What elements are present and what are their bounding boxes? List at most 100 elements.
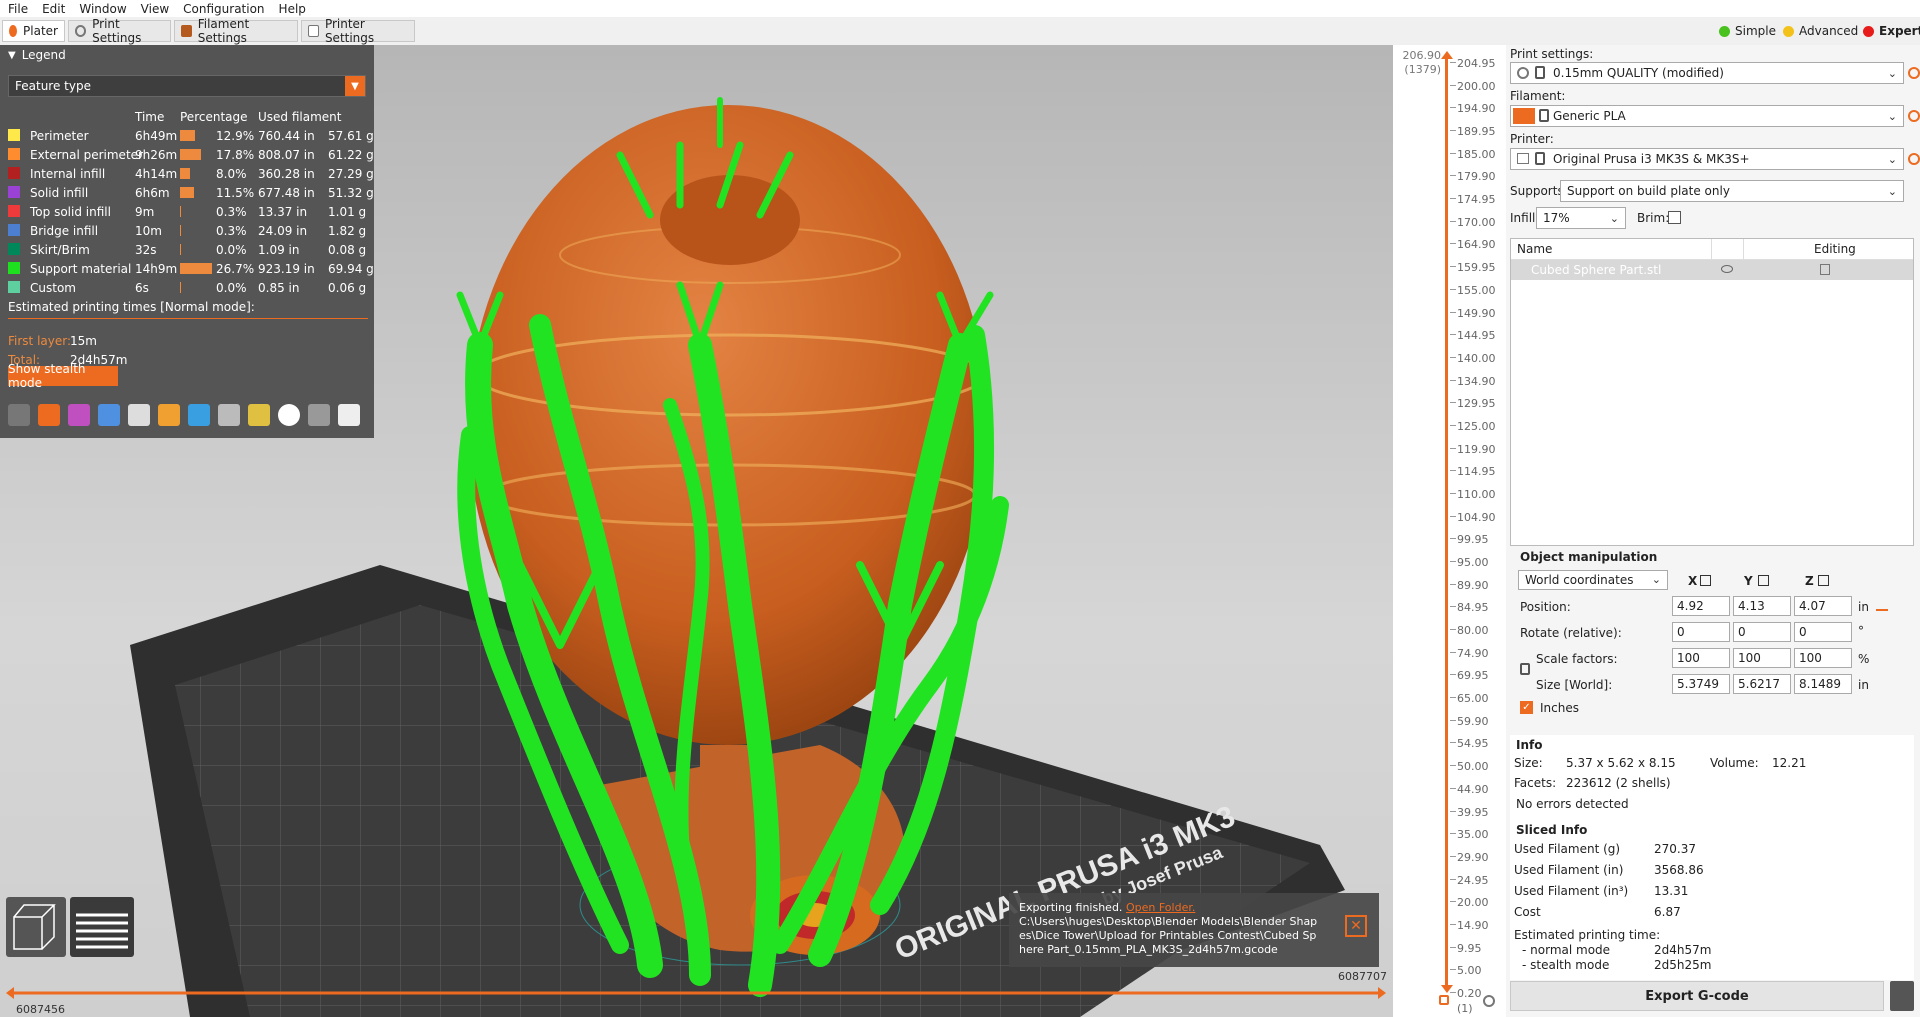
tab-print-settings[interactable]: Print Settings bbox=[68, 17, 171, 45]
settings-gear-icon[interactable] bbox=[1483, 995, 1495, 1007]
legend-feature-name: Top solid infill bbox=[30, 204, 111, 219]
pause-prints-icon[interactable] bbox=[218, 404, 240, 426]
legend-row[interactable]: Perimeter 6h49m 12.9% 760.44 in 57.61 g bbox=[0, 126, 374, 145]
tab-plater[interactable]: Plater bbox=[2, 20, 65, 42]
tab-filament-settings[interactable]: Filament Settings bbox=[174, 17, 298, 45]
menu-edit[interactable]: Edit bbox=[42, 2, 65, 16]
horizontal-slider-track[interactable] bbox=[0, 985, 1393, 1001]
retractions-icon[interactable] bbox=[68, 404, 90, 426]
seams-icon[interactable] bbox=[128, 404, 150, 426]
legend-percent-bar bbox=[180, 225, 181, 236]
menu-help[interactable]: Help bbox=[279, 2, 306, 16]
slider-track[interactable] bbox=[1445, 55, 1448, 990]
export-gcode-button[interactable]: Export G-code bbox=[1510, 981, 1884, 1011]
legend-time: 9h26m bbox=[135, 147, 178, 162]
center-of-gravity-icon[interactable] bbox=[278, 404, 300, 426]
eye-icon[interactable] bbox=[1721, 265, 1733, 273]
size-label: Size [World]: bbox=[1536, 678, 1613, 692]
deretractions-icon[interactable] bbox=[98, 404, 120, 426]
tool-marker-icon[interactable] bbox=[338, 404, 360, 426]
filament-color-swatch[interactable] bbox=[1513, 108, 1535, 124]
edit-icon[interactable] bbox=[1820, 264, 1830, 275]
menu-view[interactable]: View bbox=[141, 2, 169, 16]
layers-view-button[interactable] bbox=[70, 897, 134, 957]
ruler-tick bbox=[1450, 492, 1456, 494]
supports-select[interactable]: Support on build plate only ⌄ bbox=[1560, 180, 1904, 202]
tab-printer-settings[interactable]: Printer Settings bbox=[301, 17, 415, 45]
print-gear-icon bbox=[1517, 67, 1529, 79]
menu-file[interactable]: File bbox=[8, 2, 28, 16]
wipe-icon[interactable] bbox=[38, 404, 60, 426]
menu-window[interactable]: Window bbox=[79, 2, 126, 16]
legend-swatch bbox=[8, 243, 20, 255]
printer-profile-select[interactable]: Original Prusa i3 MK3S & MK3S+ ⌄ bbox=[1510, 148, 1904, 170]
mode-advanced[interactable]: Advanced bbox=[1777, 20, 1864, 42]
color-changes-icon[interactable] bbox=[188, 404, 210, 426]
legend-row[interactable]: Top solid infill 9m 0.3% 13.37 in 1.01 g bbox=[0, 202, 374, 221]
print-settings-gear-icon[interactable] bbox=[1908, 67, 1920, 79]
legend-row[interactable]: Internal infill 4h14m 8.0% 360.28 in 27.29 g bbox=[0, 164, 374, 183]
legend-row[interactable]: Support material 14h9m 26.7% 923.19 in 69.94… bbox=[0, 259, 374, 278]
legend-row[interactable]: Solid infill 6h6m 11.5% 677.48 in 51.32 g bbox=[0, 183, 374, 202]
object-row[interactable]: Cubed Sphere Part.stl bbox=[1511, 260, 1913, 280]
mode-expert[interactable]: Expert bbox=[1857, 20, 1920, 42]
coordinates-select[interactable]: World coordinates ⌄ bbox=[1518, 570, 1668, 590]
drop-x-icon[interactable] bbox=[1700, 575, 1711, 586]
legend-row[interactable]: Bridge infill 10m 0.3% 24.09 in 1.82 g bbox=[0, 221, 374, 240]
size-x-input[interactable]: 5.3749 bbox=[1672, 674, 1730, 694]
legend-row[interactable]: External perimeter 9h26m 17.8% 808.07 in 61.… bbox=[0, 145, 374, 164]
lock-icon[interactable] bbox=[1439, 995, 1449, 1005]
ruler-tick-label: 194.90 bbox=[1457, 102, 1496, 116]
custom-gcodes-icon[interactable] bbox=[248, 404, 270, 426]
scale-y-input[interactable]: 100 bbox=[1733, 648, 1791, 668]
vertical-layer-slider[interactable]: 206.90 (1379) 204.95 200.00 194.90 189.95 18… bbox=[1393, 45, 1506, 1017]
notification-title: Exporting finished. bbox=[1019, 901, 1123, 914]
rotate-x-input[interactable]: 0 bbox=[1672, 622, 1730, 642]
legend-header[interactable]: ▼ Legend bbox=[0, 45, 374, 65]
shells-icon[interactable] bbox=[308, 404, 330, 426]
legend-row[interactable]: Custom 6s 0.0% 0.85 in 0.06 g bbox=[0, 278, 374, 297]
inches-checkbox[interactable]: ✓ bbox=[1520, 701, 1533, 714]
drop-y-icon[interactable] bbox=[1758, 575, 1769, 586]
scale-z-input[interactable]: 100 bbox=[1794, 648, 1852, 668]
size-y-input[interactable]: 5.6217 bbox=[1733, 674, 1791, 694]
show-stealth-mode-button[interactable]: Show stealth mode bbox=[8, 362, 118, 390]
tool-changes-icon[interactable] bbox=[158, 404, 180, 426]
position-z-input[interactable]: 4.07 bbox=[1794, 596, 1852, 616]
close-icon[interactable]: ✕ bbox=[1345, 915, 1367, 937]
rotate-y-input[interactable]: 0 bbox=[1733, 622, 1791, 642]
mode-simple[interactable]: Simple bbox=[1713, 20, 1782, 42]
slider-top-layer: (1379) bbox=[1404, 63, 1441, 76]
col-editing[interactable]: Editing bbox=[1814, 242, 1856, 256]
rotate-unit: ° bbox=[1858, 624, 1864, 638]
travel-icon[interactable] bbox=[8, 404, 30, 426]
size-z-input[interactable]: 8.1489 bbox=[1794, 674, 1852, 694]
ruler-tick bbox=[1450, 810, 1456, 812]
legend-time: 6h6m bbox=[135, 185, 170, 200]
printer-settings-gear-icon[interactable] bbox=[1908, 153, 1920, 165]
send-to-printer-icon[interactable] bbox=[1890, 981, 1914, 1011]
menu-configuration[interactable]: Configuration bbox=[183, 2, 264, 16]
infill-select[interactable]: 17% ⌄ bbox=[1536, 207, 1626, 229]
print-profile-select[interactable]: 0.15mm QUALITY (modified) ⌄ bbox=[1510, 62, 1904, 84]
scale-x-input[interactable]: 100 bbox=[1672, 648, 1730, 668]
drop-to-bed-icon[interactable] bbox=[1876, 597, 1888, 611]
3d-view-button[interactable] bbox=[6, 897, 66, 957]
view-type-select[interactable]: Feature type ▼ bbox=[8, 75, 366, 97]
lock-icon[interactable] bbox=[1520, 663, 1530, 675]
lock-icon bbox=[1539, 109, 1549, 122]
mode-advanced-label: Advanced bbox=[1799, 24, 1859, 38]
position-y-input[interactable]: 4.13 bbox=[1733, 596, 1791, 616]
estimated-times-label: Estimated printing times [Normal mode]: bbox=[0, 297, 374, 316]
drop-z-icon[interactable] bbox=[1818, 575, 1829, 586]
col-name[interactable]: Name bbox=[1517, 242, 1552, 256]
position-x-input[interactable]: 4.92 bbox=[1672, 596, 1730, 616]
rotate-z-input[interactable]: 0 bbox=[1794, 622, 1852, 642]
brim-checkbox[interactable] bbox=[1668, 211, 1681, 224]
filament-profile-select[interactable]: Generic PLA ⌄ bbox=[1510, 105, 1904, 127]
filament-settings-gear-icon[interactable] bbox=[1908, 110, 1920, 122]
open-folder-link[interactable]: Open Folder. bbox=[1126, 901, 1195, 914]
legend-row[interactable]: Skirt/Brim 32s 0.0% 1.09 in 0.08 g bbox=[0, 240, 374, 259]
ruler-tick-label: 24.95 bbox=[1457, 873, 1489, 887]
slider-top-handle[interactable] bbox=[1441, 51, 1453, 59]
